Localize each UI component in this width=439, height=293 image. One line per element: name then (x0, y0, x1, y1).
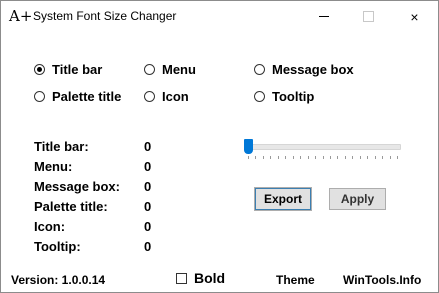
size-slider-thumb[interactable] (244, 139, 253, 154)
checkbox-icon (176, 272, 187, 284)
radio-tooltip[interactable]: Tooltip (254, 88, 314, 104)
size-value-icon: 0 (144, 219, 152, 234)
slider-tick (315, 156, 316, 159)
slider-tick (293, 156, 294, 159)
radio-empty-icon (254, 90, 265, 102)
maximize-icon (363, 11, 374, 22)
bold-checkbox[interactable]: Bold (176, 270, 225, 286)
size-value-title-bar: 0 (144, 139, 152, 154)
radio-message-box[interactable]: Message box (254, 61, 354, 77)
slider-tick (367, 156, 368, 159)
slider-tick (308, 156, 309, 159)
radio-label: Menu (162, 61, 196, 77)
radio-label: Message box (272, 61, 354, 77)
minimize-icon (318, 16, 329, 17)
slider-tick (278, 156, 279, 159)
radio-menu[interactable]: Menu (144, 61, 196, 77)
radio-empty-icon (144, 63, 155, 75)
close-button[interactable]: × (392, 1, 437, 32)
maximize-button[interactable] (346, 1, 391, 32)
size-value-tooltip: 0 (144, 239, 152, 254)
close-icon: × (410, 8, 419, 25)
slider-tick (330, 156, 331, 159)
app-window: A+ System Font Size Changer × Title bar … (0, 0, 439, 293)
size-slider-ticks (248, 156, 398, 160)
slider-tick (285, 156, 286, 159)
size-label-icon: Icon: (34, 219, 66, 234)
slider-tick (323, 156, 324, 159)
radio-empty-icon (254, 63, 265, 75)
slider-tick (375, 156, 376, 159)
radio-title-bar[interactable]: Title bar (34, 61, 102, 77)
slider-tick (270, 156, 271, 159)
wintools-link[interactable]: WinTools.Info (343, 273, 421, 287)
app-font-icon: A+ (9, 7, 33, 25)
window-title: System Font Size Changer (33, 9, 177, 23)
slider-tick (263, 156, 264, 159)
slider-tick (248, 156, 249, 159)
slider-tick (390, 156, 391, 159)
size-label-palette-title: Palette title: (34, 199, 108, 214)
minimize-button[interactable] (301, 1, 346, 32)
slider-tick (345, 156, 346, 159)
radio-label: Palette title (52, 88, 122, 104)
radio-label: Icon (162, 88, 189, 104)
slider-tick (337, 156, 338, 159)
slider-tick (255, 156, 256, 159)
radio-selected-icon (34, 63, 45, 75)
size-slider-track[interactable] (245, 144, 401, 150)
slider-tick (382, 156, 383, 159)
radio-empty-icon (144, 90, 155, 102)
bold-label: Bold (194, 270, 226, 286)
radio-icon[interactable]: Icon (144, 88, 189, 104)
size-label-message-box: Message box: (34, 179, 120, 194)
apply-button[interactable]: Apply (329, 188, 386, 210)
slider-tick (300, 156, 301, 159)
title-bar: A+ System Font Size Changer × (1, 1, 438, 32)
size-label-tooltip: Tooltip: (34, 239, 81, 254)
size-label-menu: Menu: (34, 159, 73, 174)
export-button[interactable]: Export (254, 187, 312, 211)
slider-tick (352, 156, 353, 159)
slider-tick (397, 156, 398, 159)
size-label-title-bar: Title bar: (34, 139, 89, 154)
radio-label: Title bar (52, 61, 103, 77)
radio-label: Tooltip (272, 88, 315, 104)
size-value-message-box: 0 (144, 179, 152, 194)
radio-empty-icon (34, 90, 45, 102)
size-value-menu: 0 (144, 159, 152, 174)
slider-tick (360, 156, 361, 159)
size-value-palette-title: 0 (144, 199, 152, 214)
version-label: Version: 1.0.0.14 (11, 273, 106, 287)
theme-link[interactable]: Theme (276, 273, 315, 287)
radio-palette-title[interactable]: Palette title (34, 88, 121, 104)
